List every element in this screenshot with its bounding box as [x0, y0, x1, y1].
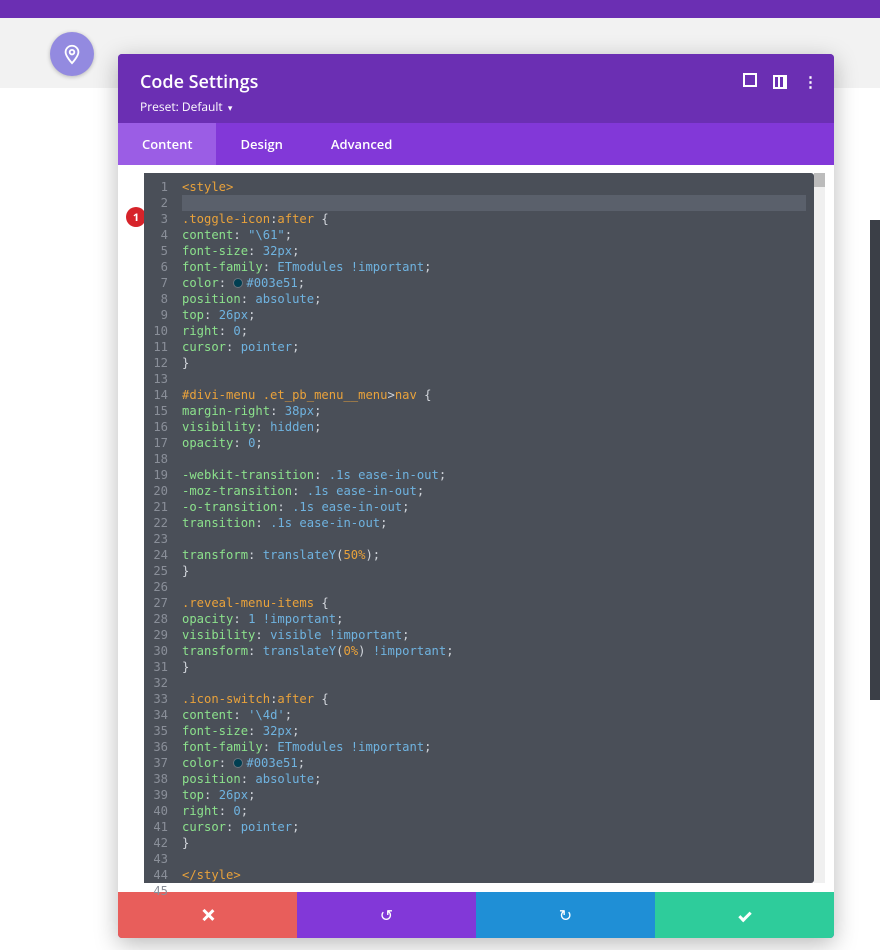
code-editor[interactable]: 1234567891011121314151617181920212223242… [144, 173, 814, 883]
right-side-track [870, 220, 880, 700]
modal-footer: ↺ ↻ [118, 892, 834, 938]
close-icon [201, 908, 215, 922]
module-drag-icon[interactable] [50, 32, 94, 76]
undo-button[interactable]: ↺ [297, 892, 476, 938]
tabs: Content Design Advanced [118, 123, 834, 165]
tab-design[interactable]: Design [216, 123, 306, 165]
cancel-button[interactable] [118, 892, 297, 938]
tab-content[interactable]: Content [118, 123, 216, 165]
split-view-icon[interactable] [773, 72, 787, 92]
preset-selector[interactable]: Preset: Default ▾ [140, 98, 812, 115]
preset-label: Preset: [140, 98, 179, 115]
redo-button[interactable]: ↻ [476, 892, 655, 938]
save-button[interactable] [655, 892, 834, 938]
header-actions: ⋮ [743, 72, 818, 92]
redo-icon: ↻ [559, 904, 572, 926]
tab-advanced[interactable]: Advanced [307, 123, 416, 165]
preset-value: Default [182, 98, 223, 115]
editor-scrollbar[interactable] [814, 173, 825, 883]
caret-down-icon: ▾ [228, 101, 233, 114]
location-pin-icon [61, 43, 83, 65]
expand-icon[interactable] [743, 72, 757, 92]
kebab-menu-icon[interactable]: ⋮ [803, 75, 818, 90]
code-settings-modal: Code Settings Preset: Default ▾ ⋮ Conten… [118, 54, 834, 938]
modal-header: Code Settings Preset: Default ▾ ⋮ [118, 54, 834, 123]
check-icon [738, 908, 751, 921]
editor-code-area[interactable]: <style> .toggle-icon:after {content: "\6… [174, 173, 814, 883]
undo-icon: ↺ [380, 904, 393, 926]
step-badge-1: 1 [126, 207, 146, 227]
scrollbar-thumb[interactable] [814, 173, 825, 187]
modal-title: Code Settings [140, 70, 812, 94]
top-brand-strip [0, 0, 880, 18]
editor-gutter: 1234567891011121314151617181920212223242… [144, 173, 174, 883]
modal-body: 1 12345678910111213141516171819202122232… [118, 165, 834, 892]
